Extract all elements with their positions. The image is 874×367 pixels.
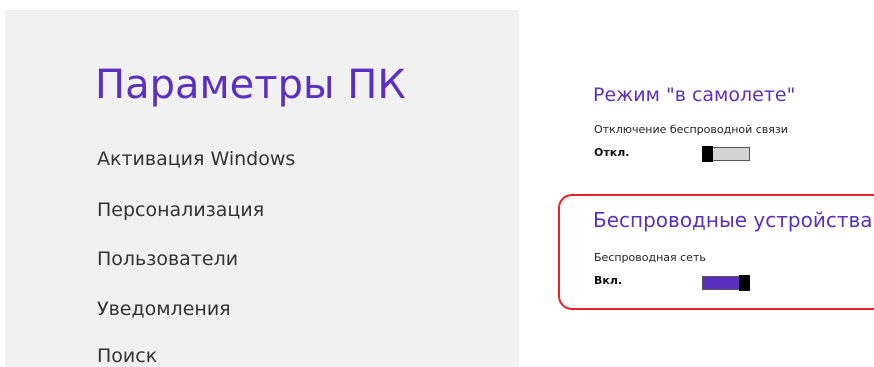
wireless-network-setting-label: Беспроводная сеть — [594, 251, 706, 264]
settings-window: Параметры ПК Активация Windows Персонали… — [0, 0, 874, 367]
nav-item-personalization[interactable]: Персонализация — [97, 199, 264, 221]
nav-item-activation[interactable]: Активация Windows — [97, 148, 295, 170]
airplane-mode-state: Откл. — [594, 146, 630, 159]
navigation-pane: Параметры ПК Активация Windows Персонали… — [5, 10, 519, 367]
wireless-network-state: Вкл. — [594, 274, 623, 287]
toggle-thumb — [739, 275, 750, 291]
toggle-thumb — [702, 146, 713, 162]
airplane-mode-toggle[interactable] — [702, 146, 750, 162]
page-title: Параметры ПК — [95, 62, 406, 108]
wireless-network-toggle[interactable] — [702, 275, 750, 291]
nav-item-search[interactable]: Поиск — [97, 345, 157, 367]
nav-item-notifications[interactable]: Уведомления — [97, 298, 231, 320]
airplane-mode-setting-label: Отключение беспроводной связи — [594, 123, 788, 136]
airplane-mode-title: Режим "в самолете" — [593, 84, 796, 106]
wireless-devices-title: Беспроводные устройства — [593, 208, 873, 232]
nav-item-users[interactable]: Пользователи — [97, 248, 238, 270]
